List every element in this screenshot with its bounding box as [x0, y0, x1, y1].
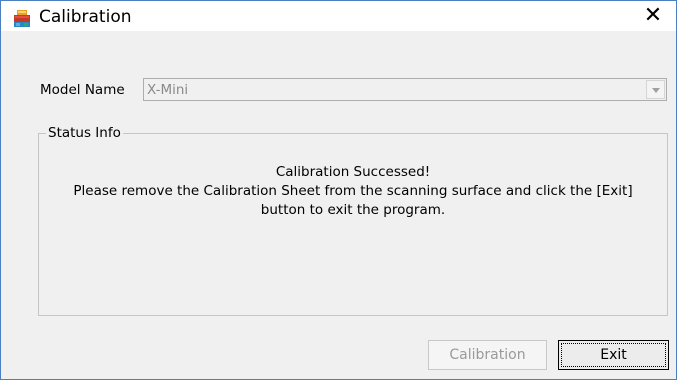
model-name-value: X-Mini [147, 82, 189, 98]
window-title: Calibration [39, 7, 132, 27]
status-line: Please remove the Calibration Sheet from… [73, 183, 633, 199]
status-info-title: Status Info [46, 125, 123, 141]
status-info-group: Status Info Calibration Successed! Pleas… [38, 125, 668, 316]
model-name-dropdown[interactable]: X-Mini [143, 78, 667, 101]
calibration-window: Calibration ✕ Model Name X-Mini Status I… [0, 0, 677, 380]
status-message: Calibration Successed! Please remove the… [39, 163, 667, 220]
model-name-label: Model Name [40, 82, 125, 98]
title-bar[interactable]: Calibration ✕ [1, 1, 676, 31]
calibration-button[interactable]: Calibration [428, 340, 547, 370]
focus-rectangle [561, 343, 666, 367]
status-line: button to exit the program. [260, 202, 446, 218]
status-line: Calibration Successed! [275, 164, 431, 180]
scanner-app-icon [14, 10, 30, 27]
exit-button[interactable]: Exit [558, 340, 669, 370]
chevron-down-icon[interactable] [646, 80, 665, 99]
close-icon[interactable]: ✕ [630, 1, 676, 31]
